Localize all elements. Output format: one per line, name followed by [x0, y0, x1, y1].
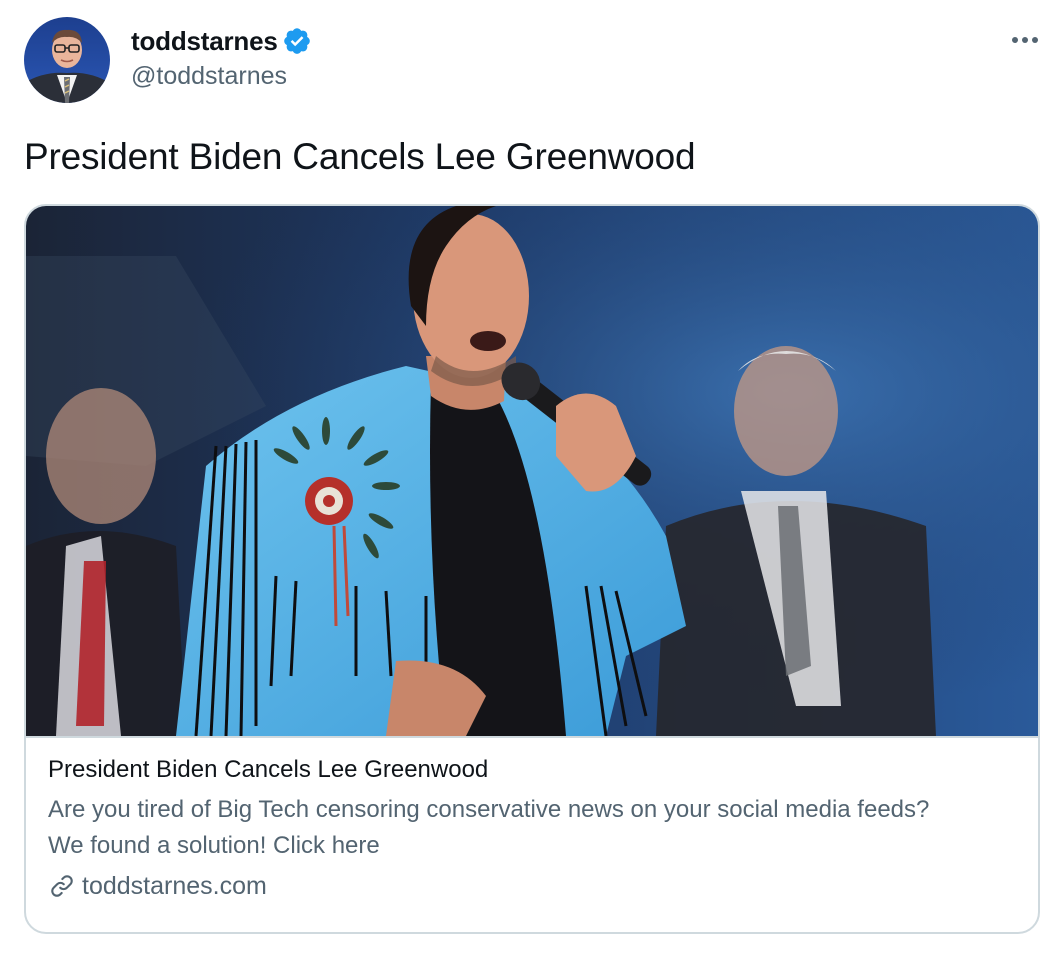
singer-photo-icon — [26, 206, 1038, 736]
author-handle[interactable]: @toddstarnes — [131, 62, 287, 91]
author-display-name[interactable]: toddstarnes — [131, 26, 278, 57]
tweet[interactable]: toddstarnes @toddstarnes President Biden… — [0, 0, 1064, 958]
link-card[interactable]: President Biden Cancels Lee Greenwood Ar… — [24, 204, 1040, 934]
more-dots-icon[interactable] — [1008, 28, 1042, 52]
card-description: Are you tired of Big Tech censoring cons… — [48, 796, 930, 859]
profile-photo-icon — [24, 17, 110, 103]
tweet-text: President Biden Cancels Lee Greenwood — [24, 136, 696, 177]
card-title[interactable]: President Biden Cancels Lee Greenwood — [48, 754, 1016, 786]
card-domain[interactable]: toddstarnes.com — [82, 868, 267, 904]
link-icon — [48, 872, 76, 900]
card-divider — [26, 736, 1038, 738]
card-body[interactable]: President Biden Cancels Lee Greenwood Ar… — [48, 754, 1016, 904]
card-domain-row[interactable]: toddstarnes.com — [48, 868, 1016, 904]
author-avatar[interactable] — [24, 17, 110, 103]
verified-badge-icon — [282, 26, 312, 56]
card-image[interactable] — [26, 206, 1038, 736]
author-name-row[interactable]: toddstarnes — [131, 24, 312, 58]
